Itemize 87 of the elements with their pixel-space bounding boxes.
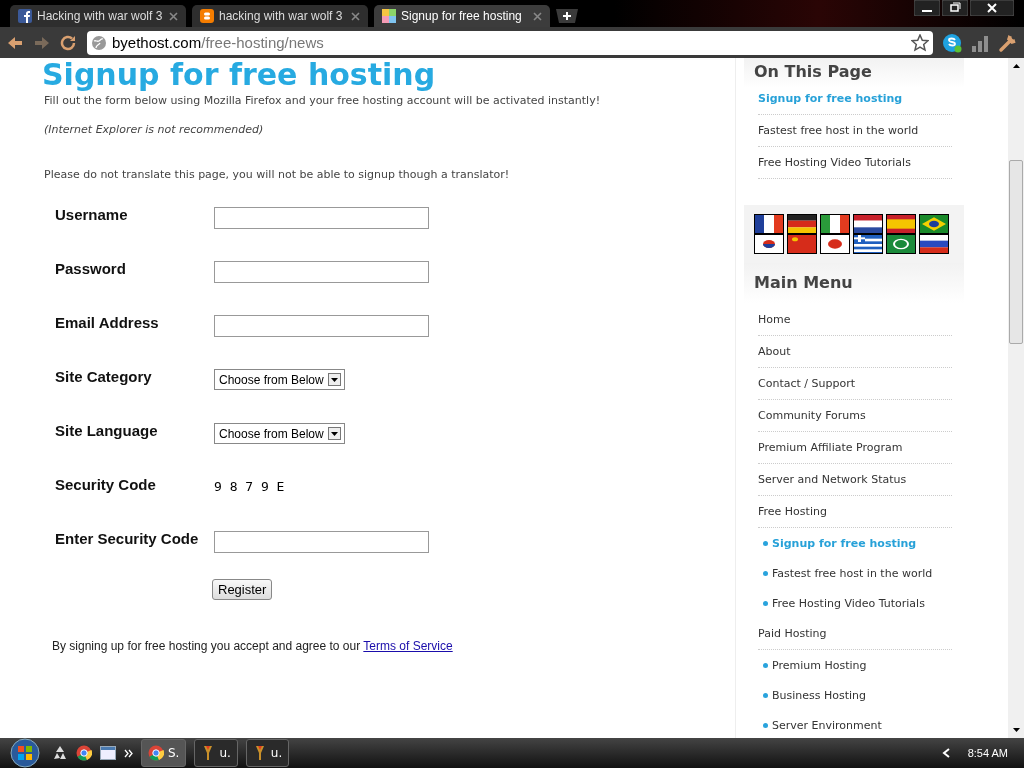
browser-tab[interactable]: Hacking with war wolf 3 — [10, 5, 186, 27]
terms-text: By signing up for free hosting you accept and agree to our Terms of Service — [52, 639, 454, 653]
field-label: Password — [55, 259, 127, 277]
flag-icon[interactable] — [820, 214, 850, 234]
terms-link[interactable]: Terms of Service — [363, 639, 453, 653]
clock: 8:54 AM — [967, 747, 1008, 759]
field-label: Security Code — [55, 475, 157, 493]
bullet-icon — [763, 722, 768, 728]
scrollbar[interactable] — [1008, 58, 1024, 738]
address-bar[interactable]: byethost.com/free-hosting/news — [87, 30, 933, 55]
input-field[interactable] — [214, 207, 429, 229]
dropdown[interactable]: Choose from Below — [214, 423, 345, 444]
menu-item[interactable]: Contact / Support — [758, 368, 952, 400]
field-label: Site Category — [55, 367, 153, 385]
menu-item[interactable]: Free Hosting Video Tutorials — [758, 147, 952, 179]
flag-icon[interactable] — [754, 234, 784, 254]
intro-text: Fill out the form below using Mozilla Firefox and your free hosting account will be activated instantly! — [44, 94, 602, 107]
flag-icon[interactable] — [853, 214, 883, 234]
register-button[interactable]: Register — [212, 579, 273, 600]
field-label: Site Language — [55, 421, 159, 439]
browser-tab[interactable]: hacking with war wolf 3 — [192, 5, 368, 27]
menu-item[interactable]: Premium Affiliate Program — [758, 432, 952, 464]
panel-title: On This Page — [753, 61, 873, 83]
menu-item[interactable]: Home — [758, 304, 952, 336]
flag-icon[interactable] — [853, 234, 883, 254]
page-heading: Signup for free hosting — [42, 58, 437, 92]
flag-icon[interactable] — [754, 214, 784, 234]
field-label: Enter Security Code — [55, 529, 200, 547]
bullet-icon — [763, 692, 768, 698]
menu-item[interactable]: Fastest free host in the world — [758, 115, 952, 147]
new-tab-icon[interactable] — [556, 8, 578, 23]
scroll-up-icon[interactable] — [1012, 64, 1020, 68]
bullet-icon — [763, 570, 768, 576]
submenu-item[interactable]: Business Hosting — [772, 688, 867, 702]
flag-icon[interactable] — [787, 214, 817, 234]
close-icon[interactable] — [970, 0, 1014, 16]
taskbar-button[interactable]: u. — [194, 739, 238, 767]
wrench-icon[interactable] — [998, 32, 1018, 53]
flag-icon[interactable] — [919, 214, 949, 234]
restore-icon[interactable] — [942, 0, 968, 16]
signal-bars-icon[interactable] — [971, 33, 989, 52]
submenu-item[interactable]: Premium Hosting — [772, 658, 867, 672]
warning-text: Please do not translate this page, you will not be able to signup though a translator! — [44, 168, 511, 181]
minimize-icon[interactable] — [914, 0, 940, 16]
flag-icon[interactable] — [919, 234, 949, 254]
submenu-item[interactable]: Fastest free host in the world — [772, 566, 933, 580]
scroll-down-icon[interactable] — [1012, 728, 1020, 732]
chevron-icon[interactable] — [124, 748, 133, 758]
flag-icon[interactable] — [886, 234, 916, 254]
submenu-item[interactable]: Free Hosting Video Tutorials — [772, 596, 925, 610]
back-icon[interactable] — [6, 34, 24, 51]
dropdown[interactable]: Choose from Below — [214, 369, 345, 390]
panel-title: Main Menu — [753, 272, 854, 294]
field-label: Email Address — [55, 313, 160, 331]
flag-icon[interactable] — [886, 214, 916, 234]
bullet-icon — [763, 662, 768, 668]
bullet-icon — [763, 600, 768, 606]
menu-item[interactable]: About — [758, 336, 952, 368]
scrollbar-thumb[interactable] — [1009, 160, 1023, 344]
globe-icon — [91, 34, 107, 51]
note-text: (Internet Explorer is not recommended) — [44, 123, 265, 136]
browser-tab[interactable]: Signup for free hosting — [374, 5, 550, 27]
facebook-icon — [18, 9, 32, 23]
input-field[interactable] — [214, 261, 429, 283]
show-hidden-icons-icon[interactable] — [941, 748, 950, 758]
taskbar-button[interactable]: S. — [141, 739, 187, 767]
blogger-icon — [200, 9, 214, 23]
menu-item[interactable]: Community Forums — [758, 400, 952, 432]
menu-item[interactable]: Paid Hosting — [758, 618, 952, 650]
submenu-item[interactable]: Server Environment — [772, 718, 882, 732]
security-code: 9 8 7 9 E — [214, 478, 285, 494]
star-icon[interactable] — [911, 33, 929, 52]
flag-icon[interactable] — [787, 234, 817, 254]
field-label: Username — [55, 205, 129, 223]
taskbar-button[interactable]: u. — [245, 739, 290, 767]
flag-icon[interactable] — [820, 234, 850, 254]
input-field[interactable] — [214, 315, 429, 337]
input-field[interactable] — [214, 531, 429, 553]
skype-icon[interactable] — [942, 32, 962, 53]
colorful-square-icon — [382, 9, 396, 23]
menu-item[interactable]: Server and Network Status — [758, 464, 952, 496]
menu-item[interactable]: Free Hosting — [758, 496, 952, 528]
chrome-icon — [148, 745, 164, 761]
window-icon[interactable] — [100, 746, 116, 760]
chrome-icon[interactable] — [76, 745, 92, 761]
bullet-icon — [763, 540, 768, 546]
reload-icon[interactable] — [60, 34, 78, 51]
